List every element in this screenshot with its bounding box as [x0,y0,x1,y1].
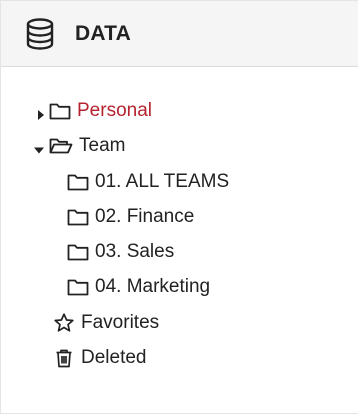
tree-item-all-teams[interactable]: 01. ALL TEAMS [67,167,229,197]
tree-item-label: 03. Sales [95,241,175,262]
tree-item-personal[interactable]: Personal [35,96,152,126]
panel-title: DATA [75,21,132,45]
database-icon [25,17,55,50]
panel-header: DATA [1,1,358,67]
folder-open-icon [49,136,73,156]
data-panel: DATA Personal Team 01. ALL TEAMS 02. Fin… [0,0,358,414]
folder-icon [67,172,89,192]
tree-item-favorites[interactable]: Favorites [53,308,159,338]
tree-item-sales[interactable]: 03. Sales [67,237,174,267]
folder-icon [67,242,89,262]
tree-item-label: Deleted [81,347,147,368]
tree-item-label: Team [79,135,126,156]
folder-tree: Personal Team 01. ALL TEAMS 02. Finance … [1,67,358,413]
folder-icon [49,101,71,121]
tree-item-label: Personal [77,100,152,121]
tree-item-label: Favorites [81,312,160,333]
tree-item-marketing[interactable]: 04. Marketing [67,272,210,302]
caret-down-icon[interactable] [33,140,45,154]
tree-item-label: 01. ALL TEAMS [95,171,230,192]
folder-icon [67,207,89,227]
tree-item-deleted[interactable]: Deleted [53,343,147,373]
trash-icon [53,348,75,368]
tree-item-team[interactable]: Team [33,131,125,161]
tree-item-label: 02. Finance [95,206,195,227]
caret-right-icon[interactable] [35,105,47,120]
tree-item-label: 04. Marketing [95,276,211,297]
folder-icon [67,277,89,297]
star-icon [53,313,75,333]
tree-item-finance[interactable]: 02. Finance [67,202,194,232]
